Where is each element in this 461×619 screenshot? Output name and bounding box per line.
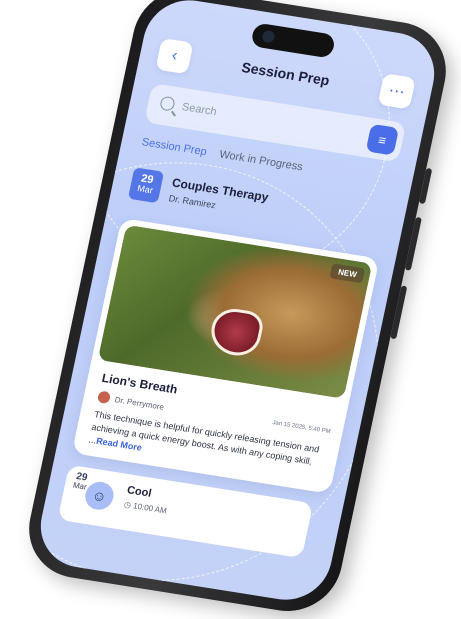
filter-button[interactable]: ≡ — [365, 123, 400, 156]
search-icon — [159, 95, 176, 112]
new-badge: NEW — [329, 263, 366, 284]
smile-face-icon: ☺ — [82, 479, 117, 512]
lion-mouth-graphic — [206, 305, 266, 359]
session-therapist: Dr. Ramirez — [167, 193, 217, 211]
phone-device: ‹ Session Prep ⋯ Search ≡ Session Prep W… — [19, 0, 456, 619]
clock-icon: ◷ — [123, 499, 132, 510]
session-date-badge: 29 Mar — [127, 167, 165, 204]
description-text: This technique is helpful for quickly re… — [87, 409, 321, 467]
mood-label: Cool — [125, 484, 153, 500]
lion-photo: NEW — [97, 224, 373, 399]
author-avatar — [96, 390, 112, 405]
more-options-button[interactable]: ⋯ — [377, 73, 416, 110]
author-name: Dr. Perrymore — [113, 394, 165, 412]
more-horizontal-icon: ⋯ — [386, 82, 407, 102]
mood-time-text: 10:00 AM — [132, 501, 168, 516]
mood-time: ◷ 10:00 AM — [123, 500, 167, 516]
camera-lens — [260, 29, 276, 44]
search-input[interactable]: Search — [181, 101, 218, 118]
sliders-icon: ≡ — [377, 131, 388, 148]
app-screen: ‹ Session Prep ⋯ Search ≡ Session Prep W… — [32, 0, 443, 606]
article-timestamp: Jan 15 2025, 5:40 PM — [271, 420, 332, 436]
article-card[interactable]: NEW Lion's Breath Dr. Perrymore Jan 15 2… — [71, 217, 380, 494]
mood-month: Mar — [72, 480, 88, 492]
